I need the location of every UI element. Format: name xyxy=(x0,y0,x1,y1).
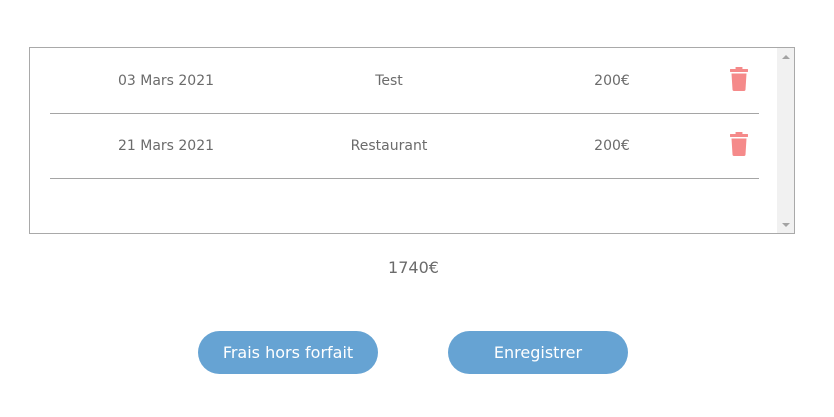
expense-date: 21 Mars 2021 xyxy=(117,138,215,154)
expense-label: Test xyxy=(375,73,403,89)
vertical-scrollbar[interactable] xyxy=(777,48,794,233)
delete-expense-button[interactable] xyxy=(729,131,749,157)
expense-date: 03 Mars 2021 xyxy=(117,73,215,89)
save-button[interactable]: Enregistrer xyxy=(448,331,628,374)
arrow-up-icon xyxy=(781,54,790,59)
delete-expense-button[interactable] xyxy=(729,66,749,92)
scroll-up-button[interactable] xyxy=(777,48,794,65)
expense-list-content: 03 Mars 2021 Test 200€ 21 Mars 2021 Rest… xyxy=(30,48,777,233)
expense-amount: 200€ xyxy=(594,138,630,154)
scroll-down-button[interactable] xyxy=(777,216,794,233)
expense-amount: 200€ xyxy=(594,73,630,89)
expense-label: Restaurant xyxy=(350,138,428,154)
frais-hors-forfait-button[interactable]: Frais hors forfait xyxy=(198,331,378,374)
expense-row: 21 Mars 2021 Restaurant 200€ xyxy=(50,114,759,179)
arrow-down-icon xyxy=(781,222,790,227)
trash-icon xyxy=(730,132,748,156)
expense-row: 03 Mars 2021 Test 200€ xyxy=(50,49,759,114)
trash-icon xyxy=(730,67,748,91)
total-amount: 1740€ xyxy=(388,258,439,277)
expense-list[interactable]: 03 Mars 2021 Test 200€ 21 Mars 2021 Rest… xyxy=(29,47,795,234)
